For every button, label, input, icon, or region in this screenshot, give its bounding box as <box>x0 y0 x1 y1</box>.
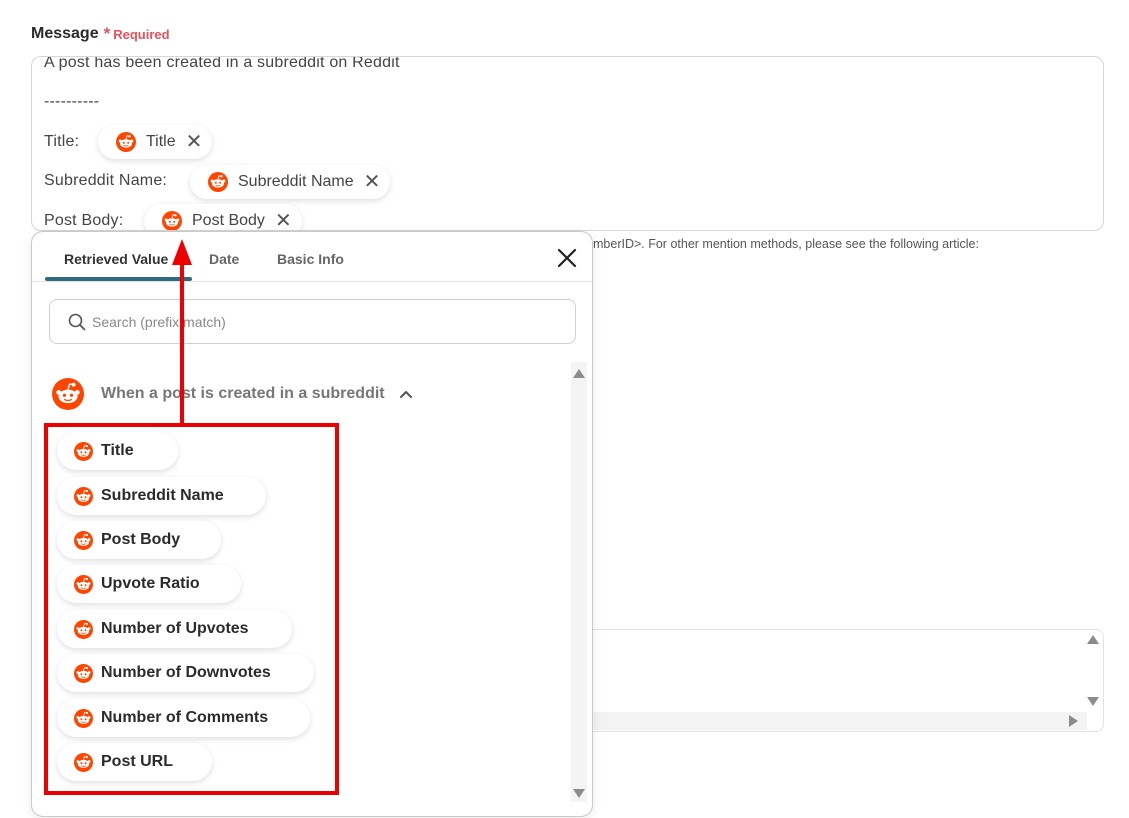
popup-tabs: Retrieved Value Date Basic Info <box>32 232 592 282</box>
required-asterisk: * <box>103 24 111 43</box>
subreddit-variable-chip[interactable]: Subreddit Name ✕ <box>190 165 391 199</box>
search-icon <box>68 313 86 330</box>
scroll-up-arrow-icon[interactable] <box>1087 635 1099 644</box>
help-text: mberID>. For other mention methods, plea… <box>593 237 979 251</box>
annotation-arrow-head <box>172 239 192 265</box>
background-horizontal-scrollbar[interactable] <box>593 712 1087 730</box>
scroll-down-arrow-icon[interactable] <box>573 789 585 798</box>
popup-scrollbar[interactable] <box>571 362 587 802</box>
group-title: When a post is created in a subreddit <box>101 385 385 402</box>
reddit-icon <box>52 378 84 410</box>
annotation-arrow-shaft <box>180 260 184 425</box>
chip-label: Post Body <box>192 212 265 229</box>
message-title-label: Title: <box>44 133 80 150</box>
remove-chip-icon[interactable]: ✕ <box>275 211 292 230</box>
search-input[interactable]: Search (prefix match) <box>49 299 576 344</box>
required-text: Required <box>113 26 170 42</box>
search-placeholder: Search (prefix match) <box>92 313 226 330</box>
chip-label: Subreddit Name <box>238 173 354 190</box>
close-icon[interactable] <box>554 245 580 271</box>
scroll-right-arrow-icon[interactable] <box>1069 715 1078 727</box>
reddit-icon <box>116 132 136 152</box>
tab-basic-info[interactable]: Basic Info <box>277 251 344 267</box>
field-label-text: Message <box>31 25 99 42</box>
remove-chip-icon[interactable]: ✕ <box>186 132 203 152</box>
tab-date[interactable]: Date <box>209 251 239 267</box>
annotation-highlight-box <box>44 423 339 795</box>
chevron-up-icon <box>399 391 412 398</box>
reddit-icon <box>208 172 228 192</box>
tab-retrieved-value[interactable]: Retrieved Value <box>64 251 168 267</box>
postbody-variable-chip[interactable]: Post Body ✕ <box>144 204 302 231</box>
message-line-1: A post has been created in a subreddit o… <box>44 56 400 71</box>
message-subreddit-label: Subreddit Name: <box>44 172 168 189</box>
chip-label: Title <box>146 133 176 150</box>
title-variable-chip[interactable]: Title ✕ <box>98 125 213 159</box>
trigger-group-header[interactable]: When a post is created in a subreddit <box>52 378 413 410</box>
scroll-down-arrow-icon[interactable] <box>1087 697 1099 706</box>
remove-chip-icon[interactable]: ✕ <box>364 172 381 192</box>
message-postbody-label: Post Body: <box>44 212 124 229</box>
message-line-2: ---------- <box>44 93 100 110</box>
scroll-up-arrow-icon[interactable] <box>573 369 585 378</box>
message-field-label: Message * Required <box>31 24 170 44</box>
active-tab-indicator <box>45 277 192 281</box>
message-textarea[interactable]: A post has been created in a subreddit o… <box>31 56 1104 231</box>
reddit-icon <box>162 211 182 231</box>
